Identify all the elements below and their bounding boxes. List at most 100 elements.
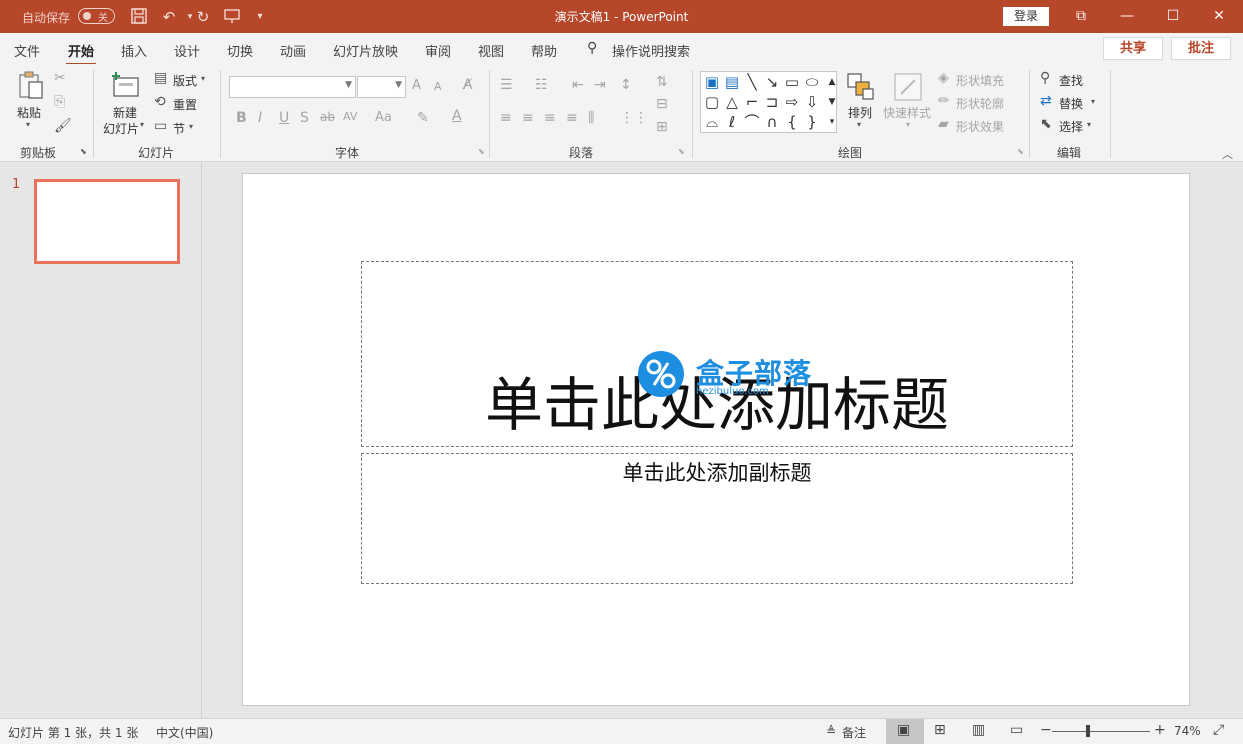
down-arrow-shape-icon[interactable]: ⇩ [802,92,822,112]
align-text-icon[interactable]: ⊟ [656,96,668,112]
layout-button[interactable]: 版式 [173,72,197,89]
shape-fill-icon[interactable]: ◈ [938,70,949,86]
tab-home[interactable]: 开始 [65,41,97,66]
font-color-icon[interactable]: A [452,108,462,124]
gallery-down-icon[interactable]: ▼ [822,92,842,112]
replace-dropdown-icon[interactable]: ▾ [1091,97,1095,106]
tab-insert[interactable]: 插入 [121,41,147,60]
section-dropdown-icon[interactable]: ▾ [189,122,193,131]
arrange-dropdown-icon[interactable]: ▾ [857,120,861,129]
subtitle-placeholder[interactable]: 单击此处添加副标题 [361,453,1073,584]
shape-outline-icon[interactable]: ✏ [938,93,950,109]
left-brace-shape-icon[interactable]: { [782,112,802,132]
strikethrough-icon[interactable]: ab [320,110,335,124]
decrease-indent-icon[interactable]: ⇤ [572,77,584,93]
font-name-input[interactable]: ▼ [229,76,356,98]
layout-icon[interactable]: ▤ [154,70,167,86]
collapse-ribbon-icon[interactable]: ︿ [1222,146,1233,162]
gallery-more-icon[interactable]: ▾ [822,112,842,132]
shape-fill-button[interactable]: 形状填充 [956,72,1004,89]
replace-icon[interactable]: ⇄ [1040,93,1052,109]
new-slide-dropdown-icon[interactable]: ▾ [140,120,144,129]
tab-review[interactable]: 审阅 [425,41,451,60]
tab-transitions[interactable]: 切换 [227,41,253,60]
find-button[interactable]: 查找 [1059,72,1083,89]
justify-icon[interactable]: ≡ [566,110,578,126]
char-spacing-icon[interactable]: AV [343,110,357,123]
login-button[interactable]: 登录 [1003,7,1049,26]
paste-dropdown-icon[interactable]: ▾ [26,120,30,129]
new-slide-label-2[interactable]: 幻灯片 [103,120,139,137]
zoom-out-icon[interactable]: − [1040,722,1052,738]
tell-me-search[interactable]: 操作说明搜索 [612,41,690,60]
increase-indent-icon[interactable]: ⇥ [594,77,606,93]
find-icon[interactable]: ⚲ [1040,70,1050,86]
maximize-icon[interactable]: ☐ [1150,0,1196,33]
present-icon[interactable] [222,7,242,27]
drawing-launcher-icon[interactable]: ⬊ [1017,147,1024,156]
paste-button[interactable]: 粘贴 [17,104,41,121]
distribute-icon[interactable]: ⫼ [588,110,594,126]
close-icon[interactable]: ✕ [1196,0,1242,33]
cut-icon[interactable]: ✂ [54,70,66,86]
change-case-icon[interactable]: Aa [375,110,392,125]
smartart-icon[interactable]: ⊞ [656,119,668,135]
layout-dropdown-icon[interactable]: ▾ [201,74,205,83]
reading-view-icon[interactable]: ▥ [972,722,985,738]
arrow-line-shape-icon[interactable]: ↘ [762,72,782,92]
section-icon[interactable]: ▭ [154,118,167,134]
tab-view[interactable]: 视图 [478,41,504,60]
bullets-icon[interactable]: ☰ [500,77,513,93]
comments-button[interactable]: 批注 [1171,37,1231,60]
shape-outline-button[interactable]: 形状轮廓 [956,95,1004,112]
curve-shape-icon[interactable]: ∩ [762,112,782,132]
gallery-up-icon[interactable]: ▲ [822,72,842,92]
shadow-icon[interactable]: S [300,110,309,126]
notes-button[interactable]: 备注 [842,724,866,741]
shapes-gallery[interactable]: ▣ ▤ ╲ ↘ ▭ ⬭ ▢ △ ⌐ ⊐ ⇨ ⇩ ⌓ ℓ ⌒ ∩ { } ▲ ▼ … [700,71,837,133]
quick-styles-button[interactable]: 快速样式 [883,104,931,121]
columns-icon[interactable]: ⋮⋮ [620,110,648,126]
align-center-icon[interactable]: ≡ [522,110,534,126]
fit-to-window-icon[interactable]: ⤢ [1213,722,1224,738]
tab-file[interactable]: 文件 [14,41,40,60]
align-right-icon[interactable]: ≡ [544,110,556,126]
slide-sorter-icon[interactable]: ⊞ [934,722,946,738]
arc-shape-icon[interactable]: ⌒ [742,112,762,132]
zoom-slider[interactable] [1052,731,1150,732]
grow-font-icon[interactable]: A [412,78,421,93]
font-launcher-icon[interactable]: ⬊ [478,147,485,156]
tab-design[interactable]: 设计 [174,41,200,60]
shape-effects-icon[interactable]: ▰ [938,116,949,132]
select-button[interactable]: 选择 [1059,118,1083,135]
customize-icon[interactable]: ▾ [250,7,270,27]
tab-help[interactable]: 帮助 [531,41,557,60]
italic-icon[interactable]: I [258,110,262,126]
format-painter-icon[interactable]: 🖌 [54,118,72,134]
autosave-toggle[interactable]: 关 [78,8,115,24]
slide-thumbnail[interactable] [34,179,180,264]
numbering-icon[interactable]: ☷ [535,77,548,93]
redo-icon[interactable]: ↻ [193,7,213,27]
select-dropdown-icon[interactable]: ▾ [1087,120,1091,129]
highlight-icon[interactable]: ✎ [417,110,429,126]
rectangle-shape-icon[interactable]: ▭ [782,72,802,92]
align-left-icon[interactable]: ≡ [500,110,512,126]
paragraph-launcher-icon[interactable]: ⬊ [678,147,685,156]
notes-icon[interactable]: ≜ [826,724,836,738]
share-button[interactable]: 共享 [1103,37,1163,60]
language-status[interactable]: 中文(中国) [156,724,213,741]
triangle-shape-icon[interactable]: △ [722,92,742,112]
shrink-font-icon[interactable]: A [434,80,442,93]
zoom-slider-thumb[interactable] [1086,725,1090,737]
oval-shape-icon[interactable]: ⬭ [802,72,822,92]
zoom-in-icon[interactable]: + [1154,722,1166,738]
reset-icon[interactable]: ⟲ [154,94,166,110]
line-shape-icon[interactable]: ╲ [742,72,762,92]
slideshow-view-icon[interactable]: ▭ [1010,722,1023,738]
text-direction-icon[interactable]: ⇅ [656,74,668,90]
freeform-shape-icon[interactable]: ⌓ [702,112,722,132]
search-icon[interactable]: ⚲ [587,40,597,56]
clear-format-icon[interactable]: A̸ [463,77,473,93]
textbox-shape-icon[interactable]: ▣ [702,72,722,92]
